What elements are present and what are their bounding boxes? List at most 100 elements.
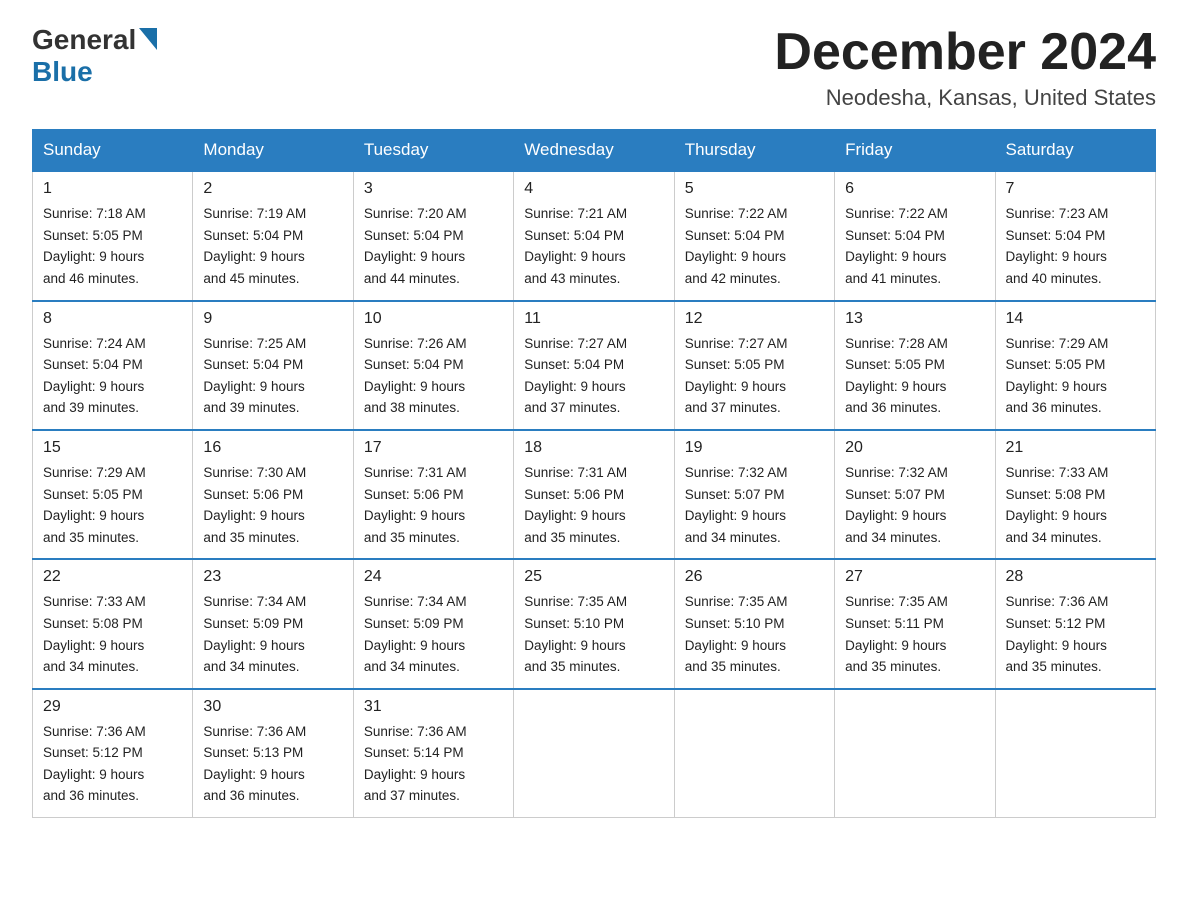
day-number: 7	[1006, 180, 1145, 198]
calendar-week-row: 8 Sunrise: 7:24 AM Sunset: 5:04 PM Dayli…	[33, 301, 1156, 430]
day-info: Sunrise: 7:35 AM Sunset: 5:10 PM Dayligh…	[524, 591, 663, 677]
day-number: 3	[364, 180, 503, 198]
calendar-cell: 2 Sunrise: 7:19 AM Sunset: 5:04 PM Dayli…	[193, 171, 353, 300]
day-number: 16	[203, 439, 342, 457]
calendar-cell: 14 Sunrise: 7:29 AM Sunset: 5:05 PM Dayl…	[995, 301, 1155, 430]
calendar-cell	[995, 689, 1155, 818]
calendar-cell	[835, 689, 995, 818]
day-info: Sunrise: 7:31 AM Sunset: 5:06 PM Dayligh…	[524, 462, 663, 548]
day-number: 12	[685, 310, 824, 328]
calendar-cell: 13 Sunrise: 7:28 AM Sunset: 5:05 PM Dayl…	[835, 301, 995, 430]
calendar-cell: 28 Sunrise: 7:36 AM Sunset: 5:12 PM Dayl…	[995, 559, 1155, 688]
day-number: 26	[685, 568, 824, 586]
calendar-header-thursday: Thursday	[674, 130, 834, 172]
day-number: 22	[43, 568, 182, 586]
calendar-header-row: SundayMondayTuesdayWednesdayThursdayFrid…	[33, 130, 1156, 172]
calendar-cell: 31 Sunrise: 7:36 AM Sunset: 5:14 PM Dayl…	[353, 689, 513, 818]
calendar-cell: 21 Sunrise: 7:33 AM Sunset: 5:08 PM Dayl…	[995, 430, 1155, 559]
calendar-cell: 22 Sunrise: 7:33 AM Sunset: 5:08 PM Dayl…	[33, 559, 193, 688]
calendar-cell: 26 Sunrise: 7:35 AM Sunset: 5:10 PM Dayl…	[674, 559, 834, 688]
day-info: Sunrise: 7:18 AM Sunset: 5:05 PM Dayligh…	[43, 203, 182, 289]
day-number: 23	[203, 568, 342, 586]
day-number: 9	[203, 310, 342, 328]
calendar-cell: 8 Sunrise: 7:24 AM Sunset: 5:04 PM Dayli…	[33, 301, 193, 430]
calendar-cell: 24 Sunrise: 7:34 AM Sunset: 5:09 PM Dayl…	[353, 559, 513, 688]
calendar-cell	[674, 689, 834, 818]
location-title: Neodesha, Kansas, United States	[774, 85, 1156, 111]
calendar-cell: 23 Sunrise: 7:34 AM Sunset: 5:09 PM Dayl…	[193, 559, 353, 688]
calendar-header-wednesday: Wednesday	[514, 130, 674, 172]
day-info: Sunrise: 7:33 AM Sunset: 5:08 PM Dayligh…	[1006, 462, 1145, 548]
day-info: Sunrise: 7:36 AM Sunset: 5:12 PM Dayligh…	[43, 721, 182, 807]
day-number: 4	[524, 180, 663, 198]
day-number: 6	[845, 180, 984, 198]
day-info: Sunrise: 7:29 AM Sunset: 5:05 PM Dayligh…	[1006, 333, 1145, 419]
logo-blue-text: Blue	[32, 56, 93, 88]
calendar-cell: 7 Sunrise: 7:23 AM Sunset: 5:04 PM Dayli…	[995, 171, 1155, 300]
calendar-cell: 19 Sunrise: 7:32 AM Sunset: 5:07 PM Dayl…	[674, 430, 834, 559]
day-number: 20	[845, 439, 984, 457]
calendar-cell: 30 Sunrise: 7:36 AM Sunset: 5:13 PM Dayl…	[193, 689, 353, 818]
day-info: Sunrise: 7:19 AM Sunset: 5:04 PM Dayligh…	[203, 203, 342, 289]
day-number: 21	[1006, 439, 1145, 457]
page-header: General Blue December 2024 Neodesha, Kan…	[32, 24, 1156, 111]
day-info: Sunrise: 7:26 AM Sunset: 5:04 PM Dayligh…	[364, 333, 503, 419]
calendar-cell: 27 Sunrise: 7:35 AM Sunset: 5:11 PM Dayl…	[835, 559, 995, 688]
day-number: 17	[364, 439, 503, 457]
logo-general-text: General	[32, 24, 136, 56]
calendar-cell: 9 Sunrise: 7:25 AM Sunset: 5:04 PM Dayli…	[193, 301, 353, 430]
calendar-cell: 10 Sunrise: 7:26 AM Sunset: 5:04 PM Dayl…	[353, 301, 513, 430]
calendar-header-tuesday: Tuesday	[353, 130, 513, 172]
calendar-cell: 3 Sunrise: 7:20 AM Sunset: 5:04 PM Dayli…	[353, 171, 513, 300]
day-info: Sunrise: 7:31 AM Sunset: 5:06 PM Dayligh…	[364, 462, 503, 548]
day-number: 10	[364, 310, 503, 328]
day-info: Sunrise: 7:35 AM Sunset: 5:10 PM Dayligh…	[685, 591, 824, 677]
calendar-cell: 20 Sunrise: 7:32 AM Sunset: 5:07 PM Dayl…	[835, 430, 995, 559]
day-info: Sunrise: 7:20 AM Sunset: 5:04 PM Dayligh…	[364, 203, 503, 289]
day-number: 25	[524, 568, 663, 586]
calendar-header-saturday: Saturday	[995, 130, 1155, 172]
calendar-cell: 17 Sunrise: 7:31 AM Sunset: 5:06 PM Dayl…	[353, 430, 513, 559]
calendar-week-row: 1 Sunrise: 7:18 AM Sunset: 5:05 PM Dayli…	[33, 171, 1156, 300]
calendar-header-monday: Monday	[193, 130, 353, 172]
calendar-header-friday: Friday	[835, 130, 995, 172]
calendar-cell: 11 Sunrise: 7:27 AM Sunset: 5:04 PM Dayl…	[514, 301, 674, 430]
calendar-week-row: 22 Sunrise: 7:33 AM Sunset: 5:08 PM Dayl…	[33, 559, 1156, 688]
logo: General Blue	[32, 24, 157, 88]
day-number: 14	[1006, 310, 1145, 328]
month-title: December 2024	[774, 24, 1156, 81]
calendar-cell: 6 Sunrise: 7:22 AM Sunset: 5:04 PM Dayli…	[835, 171, 995, 300]
day-info: Sunrise: 7:36 AM Sunset: 5:13 PM Dayligh…	[203, 721, 342, 807]
calendar-cell: 12 Sunrise: 7:27 AM Sunset: 5:05 PM Dayl…	[674, 301, 834, 430]
calendar-cell: 4 Sunrise: 7:21 AM Sunset: 5:04 PM Dayli…	[514, 171, 674, 300]
day-info: Sunrise: 7:21 AM Sunset: 5:04 PM Dayligh…	[524, 203, 663, 289]
calendar-cell: 15 Sunrise: 7:29 AM Sunset: 5:05 PM Dayl…	[33, 430, 193, 559]
day-info: Sunrise: 7:27 AM Sunset: 5:05 PM Dayligh…	[685, 333, 824, 419]
day-number: 29	[43, 698, 182, 716]
day-number: 19	[685, 439, 824, 457]
day-number: 8	[43, 310, 182, 328]
calendar-cell: 16 Sunrise: 7:30 AM Sunset: 5:06 PM Dayl…	[193, 430, 353, 559]
day-number: 24	[364, 568, 503, 586]
day-info: Sunrise: 7:32 AM Sunset: 5:07 PM Dayligh…	[685, 462, 824, 548]
day-number: 31	[364, 698, 503, 716]
calendar-week-row: 29 Sunrise: 7:36 AM Sunset: 5:12 PM Dayl…	[33, 689, 1156, 818]
calendar-cell: 5 Sunrise: 7:22 AM Sunset: 5:04 PM Dayli…	[674, 171, 834, 300]
day-info: Sunrise: 7:22 AM Sunset: 5:04 PM Dayligh…	[685, 203, 824, 289]
calendar-cell: 29 Sunrise: 7:36 AM Sunset: 5:12 PM Dayl…	[33, 689, 193, 818]
day-info: Sunrise: 7:25 AM Sunset: 5:04 PM Dayligh…	[203, 333, 342, 419]
day-info: Sunrise: 7:35 AM Sunset: 5:11 PM Dayligh…	[845, 591, 984, 677]
day-info: Sunrise: 7:27 AM Sunset: 5:04 PM Dayligh…	[524, 333, 663, 419]
day-info: Sunrise: 7:22 AM Sunset: 5:04 PM Dayligh…	[845, 203, 984, 289]
day-info: Sunrise: 7:23 AM Sunset: 5:04 PM Dayligh…	[1006, 203, 1145, 289]
day-info: Sunrise: 7:34 AM Sunset: 5:09 PM Dayligh…	[203, 591, 342, 677]
calendar-table: SundayMondayTuesdayWednesdayThursdayFrid…	[32, 129, 1156, 818]
day-number: 11	[524, 310, 663, 328]
day-number: 13	[845, 310, 984, 328]
calendar-cell: 1 Sunrise: 7:18 AM Sunset: 5:05 PM Dayli…	[33, 171, 193, 300]
day-info: Sunrise: 7:34 AM Sunset: 5:09 PM Dayligh…	[364, 591, 503, 677]
calendar-cell	[514, 689, 674, 818]
day-number: 15	[43, 439, 182, 457]
calendar-header-sunday: Sunday	[33, 130, 193, 172]
day-info: Sunrise: 7:36 AM Sunset: 5:14 PM Dayligh…	[364, 721, 503, 807]
